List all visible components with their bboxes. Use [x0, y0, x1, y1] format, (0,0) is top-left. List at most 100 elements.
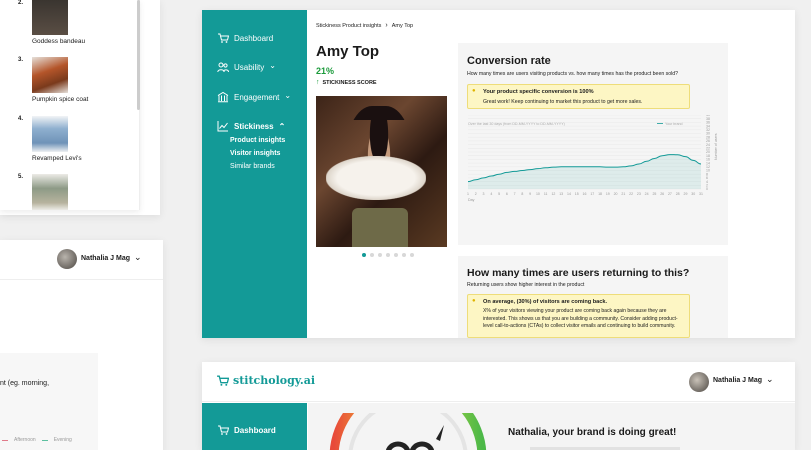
x-tick-label: 25: [652, 192, 656, 196]
carousel-dot[interactable]: [378, 253, 382, 257]
note-text: Great work! Keep continuing to market th…: [483, 99, 643, 105]
y-tick-label: 22: [706, 147, 710, 151]
greeting: Nathalia, your brand is doing great!: [508, 427, 677, 438]
product-thumbnail: [32, 174, 68, 210]
x-tick-label: 15: [575, 192, 579, 196]
y-tick-label: 28: [706, 135, 710, 139]
x-tick-label: 24: [645, 192, 649, 196]
page-title: Amy Top: [316, 43, 380, 60]
returning-note: ● On average, (30%) of visitors are comi…: [467, 294, 690, 338]
sidebar-subitem-similar-brands[interactable]: Similar brands: [230, 163, 275, 170]
cart-icon: [217, 375, 229, 386]
carousel-dot[interactable]: [362, 253, 366, 257]
y-tick-label: 4: [706, 180, 708, 184]
note-title: On average, (30%) of visitors are coming…: [483, 299, 608, 305]
user-name[interactable]: Nathalia J Mag: [713, 377, 762, 384]
panel-title: Conversion rate: [467, 55, 551, 67]
gauge-inner-ring: [348, 413, 468, 450]
y-tick-label: 10: [706, 169, 710, 173]
gauge-score-digits: [386, 441, 434, 450]
y-tick-label: 16: [706, 158, 710, 162]
stickiness-score-label-row: ↑ STICKINESS SCORE: [316, 79, 377, 86]
carousel-dot[interactable]: [402, 253, 406, 257]
y-tick-label: 6: [706, 176, 708, 180]
chart-icon: [217, 121, 228, 132]
y-tick-label: 8: [706, 172, 708, 176]
sidebar-subitem-product-insights[interactable]: Product insights: [230, 137, 285, 144]
sidebar-subitem-visitor-insights[interactable]: Visitor insights: [230, 150, 280, 157]
lightbulb-icon: ●: [472, 298, 476, 304]
x-tick-label: 27: [668, 192, 672, 196]
carousel-dot[interactable]: [410, 253, 414, 257]
list-item-name: Revamped Levi's: [32, 155, 82, 162]
carousel-dots: [362, 253, 414, 257]
y-tick-label: 26: [706, 139, 710, 143]
x-tick-label: 22: [629, 192, 633, 196]
y-tick-label: 34: [706, 124, 710, 128]
score-gauge: [329, 413, 487, 450]
y-tick-label: 24: [706, 143, 710, 147]
stickiness-score-value: 21%: [316, 66, 335, 76]
dashboard-card: stitchology.ai Nathalia J Mag ⌄ Dashboar…: [202, 362, 795, 450]
arrow-up-icon: ↑: [316, 79, 320, 86]
usage-card: Nathalia J Mag ⌄ nt (eg. morning, Aftern…: [0, 240, 163, 450]
sidebar-item-engagement[interactable]: Engagement ⌄: [217, 91, 291, 103]
sidebar-item-label: Dashboard: [234, 33, 274, 43]
x-axis-label: Day: [468, 198, 475, 202]
stickiness-score-label: STICKINESS SCORE: [322, 79, 377, 86]
list-scrollbar[interactable]: [137, 0, 140, 110]
x-tick-label: 2: [475, 192, 477, 196]
y-tick-label: 36: [706, 121, 710, 125]
y-tick-label: 14: [706, 161, 710, 165]
carousel-dot[interactable]: [386, 253, 390, 257]
sidebar-item-dashboard[interactable]: Dashboard: [217, 32, 273, 44]
product-list-card: 2. Goddess bandeau 3. Pumpkin spice coat…: [0, 0, 160, 215]
sidebar-item-dashboard[interactable]: Dashboard: [217, 424, 276, 436]
x-tick-label: 19: [606, 192, 610, 196]
y-axis-label: Number of users: [714, 133, 718, 160]
list-rank: 5.: [18, 174, 24, 180]
y-tick-label: 30: [706, 132, 710, 136]
user-name[interactable]: Nathalia J Mag: [81, 255, 130, 262]
x-tick-label: 3: [483, 192, 485, 196]
note-text: X% of your visitors viewing your product…: [483, 308, 678, 329]
panel-subtitle: Returning users show higher interest in …: [467, 282, 585, 288]
x-tick-label: 8: [521, 192, 523, 196]
x-tick-label: 20: [614, 192, 618, 196]
sidebar-item-usability[interactable]: Usability ⌄: [217, 61, 276, 73]
cart-icon: [218, 425, 229, 435]
sidebar-item-stickiness[interactable]: Stickiness ⌃: [217, 120, 285, 132]
cart-icon: [218, 33, 229, 43]
x-tick-label: 7: [514, 192, 516, 196]
x-tick-label: 29: [684, 192, 688, 196]
sidebar-item-label: Engagement: [234, 92, 280, 102]
returning-panel: How many times are users returning to th…: [458, 256, 728, 338]
x-tick-label: 30: [691, 192, 695, 196]
x-tick-label: 6: [506, 192, 508, 196]
x-tick-label: 16: [583, 192, 587, 196]
note-title: Your product specific conversion is 100%: [483, 89, 594, 95]
y-tick-label: 20: [706, 150, 710, 154]
main-panel: Nathalia, your brand is doing great!: [308, 403, 795, 450]
description-fragment: nt (eg. morning,: [0, 380, 50, 387]
chevron-down-icon[interactable]: ⌄: [134, 252, 142, 263]
x-tick-label: 13: [559, 192, 563, 196]
x-tick-label: 11: [544, 192, 548, 196]
series-area: [468, 154, 701, 189]
carousel-dot[interactable]: [370, 253, 374, 257]
carousel-dot[interactable]: [394, 253, 398, 257]
list-rank: 2.: [18, 0, 24, 6]
chevron-down-icon[interactable]: ⌄: [766, 374, 774, 385]
legend-label: Evening: [53, 437, 72, 443]
chevron-down-icon: ⌄: [284, 91, 292, 100]
sidebar: Dashboard: [202, 403, 307, 450]
white-top-garment: [326, 156, 426, 200]
legend-swatch-evening: [41, 439, 48, 441]
x-tick-label: 12: [551, 192, 555, 196]
breadcrumb-link[interactable]: Stickiness Product insights: [316, 23, 381, 29]
avatar[interactable]: [57, 249, 77, 269]
avatar[interactable]: [689, 372, 709, 392]
y-tick-label: 32: [706, 128, 710, 132]
brand-logo[interactable]: stitchology.ai: [216, 374, 315, 387]
x-tick-label: 17: [590, 192, 594, 196]
